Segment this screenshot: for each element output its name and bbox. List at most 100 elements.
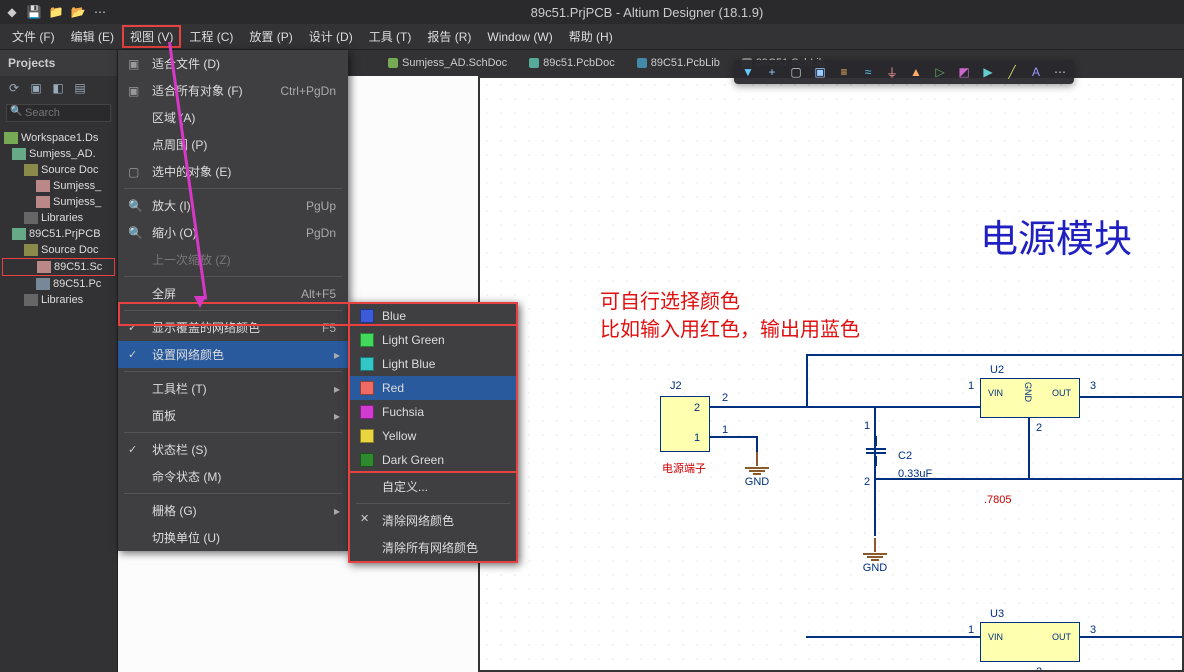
- window-title: 89c51.PrjPCB - Altium Designer (18.1.9): [114, 5, 1180, 20]
- menu-net-cover[interactable]: ✓显示覆盖的网络颜色F5: [118, 314, 348, 341]
- port-icon[interactable]: ▶: [980, 64, 996, 80]
- u2-out: OUT: [1052, 388, 1071, 398]
- fit-all-icon: ▣: [128, 84, 139, 98]
- pwr-icon[interactable]: ▲: [908, 64, 924, 80]
- menu-selected[interactable]: ▢选中的对象 (E): [118, 158, 348, 185]
- tool-link-icon[interactable]: ◧: [50, 80, 66, 96]
- select-icon[interactable]: ▣: [812, 64, 828, 80]
- line-icon[interactable]: ╱: [1004, 64, 1020, 80]
- tree-project1[interactable]: Sumjess_AD.: [2, 146, 115, 162]
- menu-view[interactable]: 视图 (V): [122, 25, 181, 48]
- menu-fit-doc[interactable]: ▣适合文件 (D): [118, 50, 348, 77]
- tree-sch1[interactable]: Sumjess_: [2, 178, 115, 194]
- menu-tools[interactable]: 工具 (T): [361, 25, 420, 48]
- wire: [1080, 396, 1184, 398]
- cross-icon[interactable]: +: [764, 64, 780, 80]
- menu-area[interactable]: 区域 (A): [118, 104, 348, 131]
- tree-workspace[interactable]: Workspace1.Ds: [2, 130, 115, 146]
- j2-ref: J2: [670, 380, 682, 392]
- j2-pin2: 2: [722, 392, 728, 404]
- menu-edit[interactable]: 编辑 (E): [63, 25, 122, 48]
- schematic-canvas[interactable]: 电源模块 可自行选择颜色 比如输入用红色，输出用蓝色 J2 2 1 2 1 电源…: [478, 76, 1184, 672]
- floating-toolbar[interactable]: ▼ + ▢ ▣ ≡ ≈ ⏚ ▲ ▷ ◩ ▶ ╱ A ⋯: [734, 60, 1074, 84]
- color-custom[interactable]: 自定义...: [350, 473, 516, 500]
- tab-sumjess[interactable]: Sumjess_AD.SchDoc: [378, 53, 517, 73]
- menu-zoom-out[interactable]: 🔍缩小 (O)PgDn: [118, 219, 348, 246]
- projects-panel: Projects ⟳ ▣ ◧ ▤ Workspace1.Ds Sumjess_A…: [0, 50, 118, 672]
- folder-icon[interactable]: 📁: [48, 4, 64, 20]
- menu-set-net-color[interactable]: ✓设置网络颜色▸: [118, 341, 348, 368]
- menu-grid[interactable]: 栅格 (G)▸: [118, 497, 348, 524]
- tool-sort-icon[interactable]: ▤: [72, 80, 88, 96]
- tree-doc-schdoc[interactable]: 89C51.Sc: [2, 258, 115, 276]
- menu-fullscreen[interactable]: 全屏Alt+F5: [118, 280, 348, 307]
- more-icon[interactable]: ⋯: [1052, 64, 1068, 80]
- sheet-icon[interactable]: ◩: [956, 64, 972, 80]
- bus-icon[interactable]: ≡: [836, 64, 852, 80]
- annotation-arrowhead: [194, 296, 206, 308]
- c2-symbol: [866, 436, 886, 466]
- swatch-lightblue: [360, 357, 374, 371]
- tool-refresh-icon[interactable]: ⟳: [6, 80, 22, 96]
- gnd-symbol: GND: [742, 452, 772, 488]
- color-lightblue[interactable]: Light Blue: [350, 352, 516, 376]
- menu-cmdstatus[interactable]: 命令状态 (M): [118, 463, 348, 490]
- menu-place[interactable]: 放置 (P): [241, 25, 300, 48]
- color-clear-all[interactable]: 清除所有网络颜色: [350, 534, 516, 561]
- search-wrap: [6, 104, 111, 122]
- u3-p3: 3: [1090, 624, 1096, 636]
- menu-statusbar[interactable]: ✓状态栏 (S): [118, 436, 348, 463]
- color-fuchsia[interactable]: Fuchsia: [350, 400, 516, 424]
- menu-around[interactable]: 点周围 (P): [118, 131, 348, 158]
- color-clear[interactable]: ✕清除网络颜色: [350, 507, 516, 534]
- tree-doc-pcbdoc[interactable]: 89C51.Pc: [2, 276, 115, 292]
- wire: [1028, 418, 1030, 478]
- tree-source1[interactable]: Source Doc: [2, 162, 115, 178]
- menu-panels[interactable]: 面板▸: [118, 402, 348, 429]
- sel-icon: ▢: [128, 165, 139, 179]
- menu-fit-all[interactable]: ▣适合所有对象 (F)Ctrl+PgDn: [118, 77, 348, 104]
- open-icon[interactable]: 📂: [70, 4, 86, 20]
- filter-icon[interactable]: ▼: [740, 64, 756, 80]
- swatch-yellow: [360, 429, 374, 443]
- tree-source2[interactable]: Source Doc: [2, 242, 115, 258]
- menu-toolbar[interactable]: 工具栏 (T)▸: [118, 375, 348, 402]
- color-darkgreen[interactable]: Dark Green: [350, 448, 516, 472]
- tree-libs2[interactable]: Libraries: [2, 292, 115, 308]
- module-title: 电源模块: [980, 208, 1132, 263]
- color-lightgreen[interactable]: Light Green: [350, 328, 516, 352]
- gnd-icon[interactable]: ⏚: [884, 64, 900, 80]
- more-icon[interactable]: ⋯: [92, 4, 108, 20]
- part-icon[interactable]: ▷: [932, 64, 948, 80]
- color-blue[interactable]: Blue: [350, 304, 516, 328]
- rect-icon[interactable]: ▢: [788, 64, 804, 80]
- color-red[interactable]: Red: [350, 376, 516, 400]
- net-icon[interactable]: ≈: [860, 64, 876, 80]
- menu-help[interactable]: 帮助 (H): [561, 25, 621, 48]
- save-icon[interactable]: 💾: [26, 4, 42, 20]
- menu-window[interactable]: Window (W): [479, 27, 560, 47]
- menu-report[interactable]: 报告 (R): [419, 25, 479, 48]
- panel-title: Projects: [0, 50, 117, 76]
- u2-p2: 2: [1036, 422, 1042, 434]
- menu-project[interactable]: 工程 (C): [181, 25, 241, 48]
- menu-units[interactable]: 切换单位 (U): [118, 524, 348, 551]
- tree-sch2[interactable]: Sumjess_: [2, 194, 115, 210]
- swatch-darkgreen: [360, 453, 374, 467]
- tree-libs1[interactable]: Libraries: [2, 210, 115, 226]
- tool-doc-icon[interactable]: ▣: [28, 80, 44, 96]
- menu-design[interactable]: 设计 (D): [301, 25, 361, 48]
- separator: [124, 493, 342, 494]
- tree-project2[interactable]: 89C51.PrjPCB: [2, 226, 115, 242]
- tab-pcbdoc[interactable]: 89c51.PcbDoc: [519, 53, 625, 73]
- tab-pcblib[interactable]: 89C51.PcbLib: [627, 53, 730, 73]
- swatch-red: [360, 381, 374, 395]
- check-icon: ✓: [128, 321, 137, 334]
- text-icon[interactable]: A: [1028, 64, 1044, 80]
- search-input[interactable]: [6, 104, 111, 122]
- menu-file[interactable]: 文件 (F): [4, 25, 63, 48]
- color-yellow[interactable]: Yellow: [350, 424, 516, 448]
- u3-out: OUT: [1052, 632, 1071, 642]
- u3-body: [980, 622, 1080, 662]
- menu-zoom-in[interactable]: 🔍放大 (I)PgUp: [118, 192, 348, 219]
